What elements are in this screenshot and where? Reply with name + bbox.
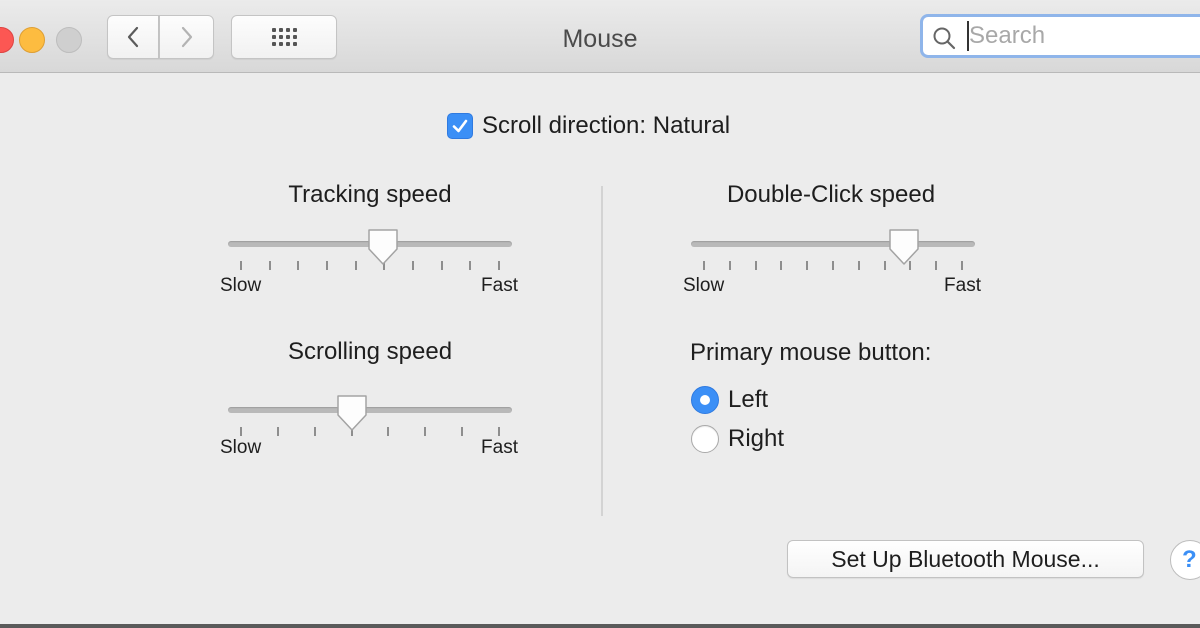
slider-tick	[412, 261, 414, 270]
slider-tick	[240, 261, 242, 270]
vertical-divider	[601, 186, 603, 516]
slider-thumb[interactable]	[335, 393, 369, 433]
radio-left-label: Left	[728, 386, 769, 413]
slider-tick	[728, 261, 731, 270]
radio-left[interactable]	[691, 386, 719, 414]
tracking-speed-title: Tracking speed	[288, 181, 452, 208]
slider-ticks	[228, 427, 512, 436]
slider-tick	[387, 427, 390, 436]
slider-tick	[832, 261, 834, 270]
slider-thumb[interactable]	[887, 227, 921, 267]
slider-track	[691, 241, 975, 247]
double-click-speed-slider[interactable]: Slow Fast	[683, 229, 981, 311]
slider-tick	[313, 427, 316, 436]
slider-tick	[440, 261, 443, 270]
slider-track	[228, 407, 512, 413]
slider-tick	[806, 261, 809, 270]
slider-tick	[461, 427, 464, 436]
slider-tick	[498, 261, 500, 270]
slider-tick	[961, 261, 963, 270]
primary-mouse-button-title: Primary mouse button:	[690, 339, 932, 366]
slider-tick	[498, 427, 500, 436]
double-click-speed-title: Double-Click speed	[726, 181, 936, 208]
radio-dot-icon	[700, 395, 710, 405]
scrolling-speed-slider[interactable]: Slow Fast	[220, 395, 518, 477]
scroll-direction-row[interactable]: Scroll direction: Natural	[447, 112, 730, 140]
radio-option-right[interactable]: Right	[691, 425, 784, 453]
scrolling-speed-min-label: Slow	[220, 437, 262, 458]
slider-tick	[326, 261, 328, 270]
slider-tick	[469, 261, 472, 270]
search-field[interactable]	[920, 14, 1200, 58]
scrolling-speed-title: Scrolling speed	[287, 338, 453, 365]
radio-option-left[interactable]: Left	[691, 386, 768, 414]
slider-tick	[354, 261, 357, 270]
slider-tick	[424, 427, 427, 436]
help-button[interactable]: ?	[1170, 540, 1200, 580]
slider-tick	[857, 261, 860, 270]
slider-ticks	[691, 261, 975, 270]
double-click-speed-max-label: Fast	[944, 275, 981, 296]
slider-tick	[297, 261, 300, 270]
search-icon	[933, 27, 956, 50]
tracking-speed-max-label: Fast	[481, 275, 518, 296]
slider-tick	[780, 261, 783, 270]
slider-tick	[240, 427, 242, 436]
window-bottom-edge	[0, 624, 1200, 628]
radio-right[interactable]	[691, 425, 719, 453]
slider-tick	[703, 261, 705, 270]
window-toolbar: Mouse	[0, 0, 1200, 73]
slider-tick	[883, 261, 886, 270]
double-click-speed-min-label: Slow	[683, 275, 725, 296]
scroll-direction-checkbox[interactable]	[447, 113, 473, 139]
tracking-speed-min-label: Slow	[220, 275, 262, 296]
slider-tick	[935, 261, 938, 270]
slider-thumb[interactable]	[366, 227, 400, 267]
set-up-bluetooth-mouse-button[interactable]: Set Up Bluetooth Mouse...	[787, 540, 1144, 578]
scrolling-speed-max-label: Fast	[481, 437, 518, 458]
slider-tick	[268, 261, 271, 270]
scroll-direction-label: Scroll direction: Natural	[482, 112, 731, 139]
checkmark-icon	[452, 119, 468, 133]
slider-tick	[276, 427, 279, 436]
tracking-speed-slider[interactable]: Slow Fast	[220, 229, 518, 311]
search-input[interactable]	[967, 21, 1200, 51]
slider-tick	[754, 261, 757, 270]
radio-right-label: Right	[728, 425, 785, 452]
